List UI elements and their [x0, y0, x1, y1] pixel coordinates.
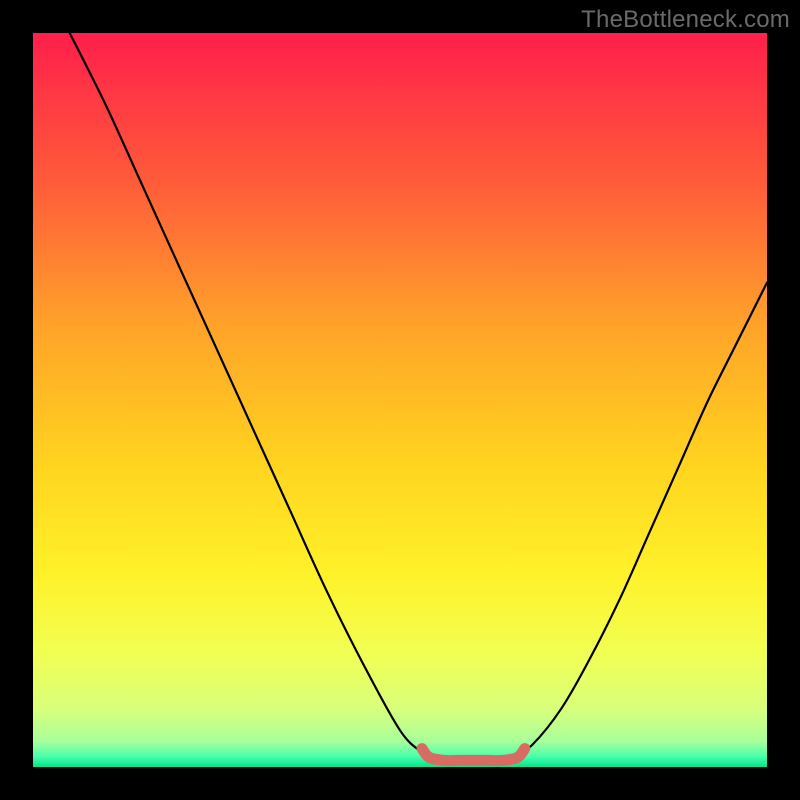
- curve-layer: [33, 33, 767, 767]
- plot-area: [33, 33, 767, 767]
- chart-frame: TheBottleneck.com: [0, 0, 800, 800]
- watermark-text: TheBottleneck.com: [581, 6, 790, 34]
- bottom-bracket: [422, 749, 525, 761]
- right-curve: [510, 283, 767, 760]
- left-curve: [70, 33, 437, 760]
